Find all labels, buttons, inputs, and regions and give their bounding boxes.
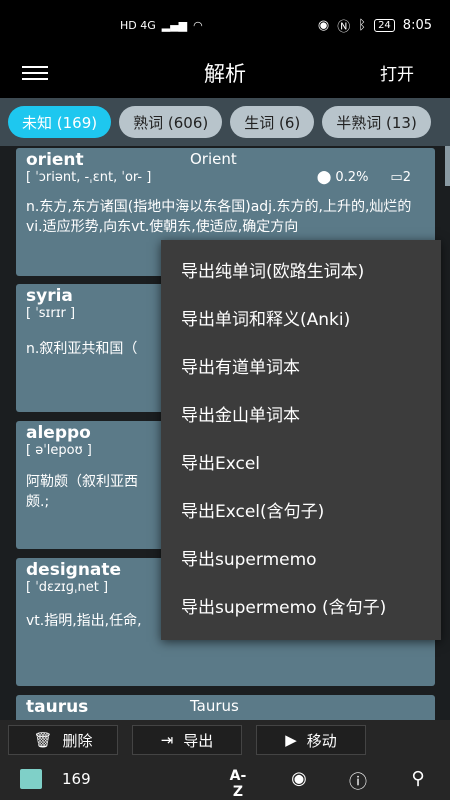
filter-tabs: 未知 (169) 熟词 (606) 生词 (6) 半熟词 (13)	[0, 98, 450, 146]
select-all-checkbox[interactable]	[20, 769, 42, 789]
bottom-bar: 169 A-Z ◉ ⓘ ⚲	[0, 760, 450, 800]
open-button[interactable]: 打开	[380, 60, 414, 85]
battery-indicator: 24	[374, 18, 395, 32]
list-scrollbar[interactable]	[445, 146, 450, 186]
delete-button[interactable]: 🗑 删除	[8, 725, 118, 755]
info-icon[interactable]: ⓘ	[346, 768, 370, 793]
status-left: HD 4G ▂▄▆ ◠	[120, 19, 203, 32]
export-label: 导出	[183, 731, 214, 750]
location-pin-icon: ⬤	[316, 170, 332, 185]
menu-export-youdao[interactable]: 导出有道单词本	[161, 344, 441, 392]
frequency: ⬤ 0.2%	[316, 170, 369, 185]
eye-status-icon: ◉	[317, 17, 330, 33]
export-menu: 导出纯单词(欧路生词本) 导出单词和释义(Anki) 导出有道单词本 导出金山单…	[161, 240, 441, 640]
export-icon: ⇥	[160, 731, 174, 749]
menu-export-anki[interactable]: 导出单词和释义(Anki)	[161, 296, 441, 344]
sort-az-icon[interactable]: A-Z	[226, 768, 250, 800]
status-bar: HD 4G ▂▄▆ ◠ ◉ Ⓝ ᛒ 24 8:05	[0, 0, 450, 50]
eye-icon[interactable]: ◉	[287, 768, 311, 792]
tab-half-familiar[interactable]: 半熟词 (13)	[322, 106, 431, 138]
status-time: 8:05	[402, 17, 432, 33]
nfc-icon: Ⓝ	[337, 19, 351, 35]
menu-export-kingsoft[interactable]: 导出金山单词本	[161, 392, 441, 440]
menu-export-plain-words[interactable]: 导出纯单词(欧路生词本)	[161, 248, 441, 296]
search-icon[interactable]: ⚲	[406, 768, 430, 792]
export-button[interactable]: ⇥ 导出	[132, 725, 242, 755]
menu-export-supermemo-sentences[interactable]: 导出supermemo (含句子)	[161, 584, 441, 632]
move-label: 移动	[306, 731, 337, 750]
bluetooth-icon: ᛒ	[358, 17, 367, 33]
tab-familiar[interactable]: 熟词 (606)	[119, 106, 223, 138]
action-bar: 🗑 删除 ⇥ 导出 ▶ 移动	[0, 720, 450, 760]
menu-export-excel[interactable]: 导出Excel	[161, 440, 441, 488]
signal-icon: ▂▄▆	[161, 18, 188, 32]
trash-icon: 🗑	[33, 731, 53, 749]
original-form: Taurus	[190, 697, 239, 715]
tab-unknown[interactable]: 未知 (169)	[8, 106, 112, 138]
app-header: 解析 打开	[0, 50, 450, 96]
occurrence-count: ▭2	[390, 170, 411, 185]
word-card[interactable]: taurus Taurus	[16, 695, 435, 720]
selected-count: 169	[62, 770, 91, 788]
network-indicator: HD 4G	[120, 18, 156, 32]
wifi-icon: ◠	[193, 18, 203, 32]
tab-new-words[interactable]: 生词 (6)	[230, 106, 315, 138]
menu-export-supermemo[interactable]: 导出supermemo	[161, 536, 441, 584]
menu-export-excel-sentences[interactable]: 导出Excel(含句子)	[161, 488, 441, 536]
original-form: Orient	[190, 150, 237, 168]
status-right: ◉ Ⓝ ᛒ 24 8:05	[318, 16, 432, 35]
move-file-icon: ▶	[285, 731, 297, 749]
move-button[interactable]: ▶ 移动	[256, 725, 366, 755]
delete-label: 删除	[62, 731, 93, 750]
word-meta: ⬤ 0.2% ▭2	[317, 170, 411, 185]
book-icon: ▭	[390, 170, 403, 185]
definition: n.东方,东方诸国(指地中海以东各国)adj.东方的,上升的,灿烂的vi.适应形…	[26, 199, 412, 235]
